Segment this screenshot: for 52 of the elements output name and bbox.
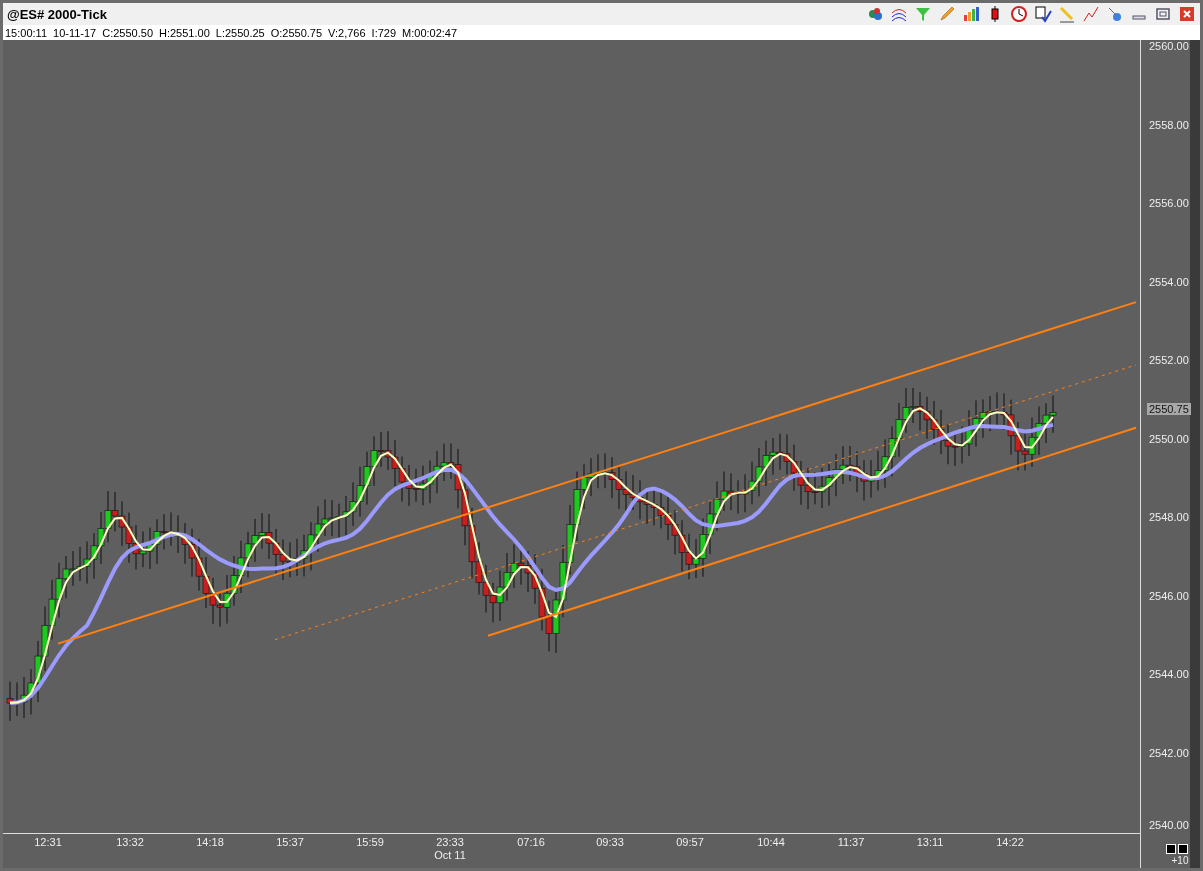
time-label: 10:44 — [757, 836, 785, 848]
time-label: 13:32 — [116, 836, 144, 848]
status-field: M:00:02:47 — [402, 26, 458, 39]
maximize-icon[interactable] — [1155, 6, 1171, 22]
price-label: 2546.00 — [1149, 589, 1189, 602]
status-field: O:2550.75 — [270, 26, 323, 39]
pencil-icon[interactable] — [938, 5, 956, 23]
shapes-icon[interactable] — [866, 5, 884, 23]
checklist-icon[interactable] — [1034, 5, 1052, 23]
status-field: C:2550.50 — [102, 26, 153, 39]
time-label: 23:33 — [436, 836, 464, 848]
status-field: H:2551.00 — [159, 26, 210, 39]
time-label: 13:11 — [916, 836, 944, 848]
pin-icon[interactable] — [1106, 5, 1124, 23]
price-label: 2558.00 — [1149, 118, 1189, 131]
time-label: 15:59 — [356, 836, 384, 848]
square-button[interactable] — [1166, 844, 1177, 854]
date-label: Oct 11 — [434, 849, 466, 861]
clock-icon[interactable] — [1010, 5, 1028, 23]
status-field: L:2550.25 — [215, 26, 265, 39]
price-label: 2548.00 — [1149, 511, 1189, 523]
price-label: 2544.00 — [1149, 668, 1189, 680]
window-title: @ES# 2000-Tick — [7, 6, 108, 22]
price-label: 2542.00 — [1149, 746, 1189, 759]
time-label: 15:37 — [276, 836, 304, 848]
time-label: 07:16 — [517, 836, 545, 848]
status-field: I:729 — [371, 26, 397, 39]
time-label: 12:31 — [34, 836, 62, 848]
status-field: 15:00:11 — [5, 26, 47, 39]
price-label: 2556.00 — [1149, 197, 1189, 209]
dashed-midline[interactable] — [274, 364, 1137, 641]
price-label: 2550.00 — [1149, 432, 1189, 445]
time-label: 09:57 — [676, 836, 704, 848]
status-field: 10-11-17 — [53, 26, 97, 39]
price-label: 2552.00 — [1149, 354, 1189, 366]
zigzag-line-icon[interactable] — [1082, 5, 1100, 23]
offset-label: +10 — [1171, 855, 1189, 866]
lower-channel-line[interactable] — [487, 426, 1137, 637]
status-field: V:2,766 — [328, 26, 366, 39]
current-price-label: 2550.75 — [1147, 403, 1191, 416]
bar-chart-icon[interactable] — [962, 5, 980, 23]
close-icon[interactable] — [1179, 6, 1195, 22]
price-label: 2554.00 — [1149, 275, 1189, 288]
square-button[interactable] — [1178, 844, 1189, 854]
time-label: 14:22 — [996, 836, 1024, 848]
scrollbar[interactable] — [1190, 40, 1200, 868]
price-label: 2560.00 — [1149, 40, 1189, 52]
time-label: 14:18 — [196, 836, 224, 848]
time-label: 09:33 — [596, 836, 624, 848]
upper-channel-line[interactable] — [57, 301, 1137, 645]
price-label: 2540.00 — [1149, 819, 1189, 831]
time-label: 11:37 — [837, 836, 865, 848]
